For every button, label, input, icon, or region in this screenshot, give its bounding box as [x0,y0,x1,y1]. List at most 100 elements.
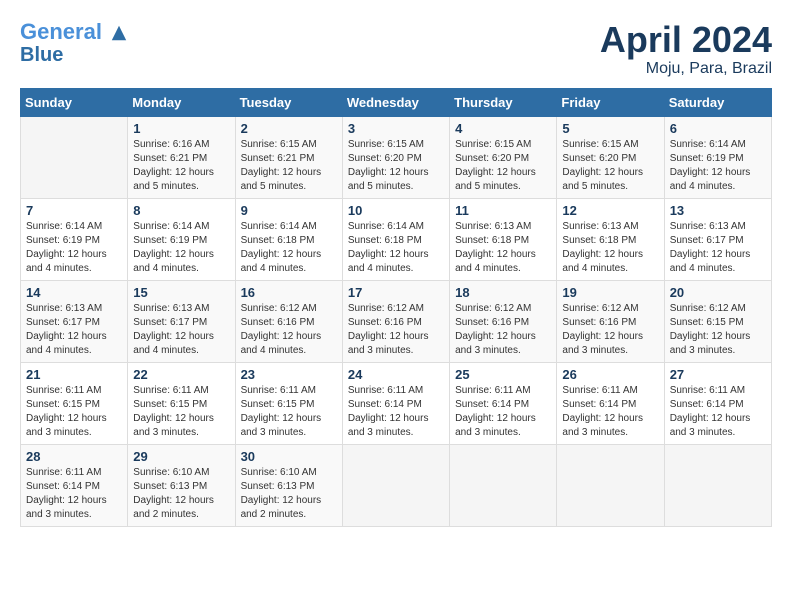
day-info: Sunrise: 6:14 AM Sunset: 6:18 PM Dayligh… [241,220,337,276]
day-info: Sunrise: 6:13 AM Sunset: 6:18 PM Dayligh… [455,220,551,276]
calendar-cell: 4 Sunrise: 6:15 AM Sunset: 6:20 PM Daylig… [450,116,557,198]
calendar-cell: 23 Sunrise: 6:11 AM Sunset: 6:15 PM Dayli… [235,362,342,444]
day-number: 22 [133,367,229,382]
day-info: Sunrise: 6:13 AM Sunset: 6:18 PM Dayligh… [562,220,658,276]
logo-text: General [20,20,128,44]
day-number: 2 [241,121,337,136]
day-number: 5 [562,121,658,136]
title-block: April 2024 Moju, Para, Brazil [600,20,772,78]
day-number: 27 [670,367,766,382]
calendar-cell: 17 Sunrise: 6:12 AM Sunset: 6:16 PM Dayli… [342,280,449,362]
calendar-cell: 9 Sunrise: 6:14 AM Sunset: 6:18 PM Daylig… [235,198,342,280]
logo-blue: Blue [20,44,128,66]
day-number: 11 [455,203,551,218]
day-number: 20 [670,285,766,300]
calendar-title: April 2024 [600,20,772,60]
day-number: 9 [241,203,337,218]
calendar-week-row: 14 Sunrise: 6:13 AM Sunset: 6:17 PM Dayli… [21,280,772,362]
calendar-header-row: SundayMondayTuesdayWednesdayThursdayFrid… [21,88,772,116]
day-number: 15 [133,285,229,300]
day-info: Sunrise: 6:12 AM Sunset: 6:16 PM Dayligh… [562,302,658,358]
column-header-monday: Monday [128,88,235,116]
page-header: General Blue April 2024 Moju, Para, Braz… [20,20,772,78]
day-info: Sunrise: 6:11 AM Sunset: 6:15 PM Dayligh… [26,384,122,440]
day-number: 14 [26,285,122,300]
day-info: Sunrise: 6:12 AM Sunset: 6:16 PM Dayligh… [241,302,337,358]
column-header-friday: Friday [557,88,664,116]
calendar-cell: 20Sunrise: 6:12 AM Sunset: 6:15 PM Dayli… [664,280,771,362]
calendar-cell: 15 Sunrise: 6:13 AM Sunset: 6:17 PM Dayli… [128,280,235,362]
day-info: Sunrise: 6:14 AM Sunset: 6:18 PM Dayligh… [348,220,444,276]
day-number: 7 [26,203,122,218]
day-number: 23 [241,367,337,382]
column-header-sunday: Sunday [21,88,128,116]
calendar-cell: 30 Sunrise: 6:10 AM Sunset: 6:13 PM Dayli… [235,444,342,526]
day-number: 19 [562,285,658,300]
day-number: 28 [26,449,122,464]
calendar-cell: 6Sunrise: 6:14 AM Sunset: 6:19 PM Daylig… [664,116,771,198]
day-info: Sunrise: 6:15 AM Sunset: 6:21 PM Dayligh… [241,138,337,194]
day-info: Sunrise: 6:11 AM Sunset: 6:14 PM Dayligh… [348,384,444,440]
calendar-table: SundayMondayTuesdayWednesdayThursdayFrid… [20,88,772,527]
calendar-cell: 24Sunrise: 6:11 AM Sunset: 6:14 PM Dayli… [342,362,449,444]
day-number: 17 [348,285,444,300]
calendar-cell: 3 Sunrise: 6:15 AM Sunset: 6:20 PM Daylig… [342,116,449,198]
day-number: 21 [26,367,122,382]
day-info: Sunrise: 6:14 AM Sunset: 6:19 PM Dayligh… [670,138,766,194]
calendar-cell: 5 Sunrise: 6:15 AM Sunset: 6:20 PM Daylig… [557,116,664,198]
calendar-week-row: 28 Sunrise: 6:11 AM Sunset: 6:14 PM Dayli… [21,444,772,526]
calendar-cell: 13 Sunrise: 6:13 AM Sunset: 6:17 PM Dayli… [664,198,771,280]
day-info: Sunrise: 6:11 AM Sunset: 6:15 PM Dayligh… [133,384,229,440]
day-info: Sunrise: 6:13 AM Sunset: 6:17 PM Dayligh… [133,302,229,358]
day-info: Sunrise: 6:13 AM Sunset: 6:17 PM Dayligh… [26,302,122,358]
day-info: Sunrise: 6:10 AM Sunset: 6:13 PM Dayligh… [133,466,229,522]
calendar-cell: 28 Sunrise: 6:11 AM Sunset: 6:14 PM Dayli… [21,444,128,526]
calendar-week-row: 1Sunrise: 6:16 AM Sunset: 6:21 PM Daylig… [21,116,772,198]
calendar-cell [21,116,128,198]
calendar-cell: 21 Sunrise: 6:11 AM Sunset: 6:15 PM Dayli… [21,362,128,444]
day-info: Sunrise: 6:11 AM Sunset: 6:15 PM Dayligh… [241,384,337,440]
calendar-cell: 19 Sunrise: 6:12 AM Sunset: 6:16 PM Dayli… [557,280,664,362]
day-info: Sunrise: 6:10 AM Sunset: 6:13 PM Dayligh… [241,466,337,522]
day-info: Sunrise: 6:13 AM Sunset: 6:17 PM Dayligh… [670,220,766,276]
day-info: Sunrise: 6:15 AM Sunset: 6:20 PM Dayligh… [455,138,551,194]
day-info: Sunrise: 6:12 AM Sunset: 6:16 PM Dayligh… [348,302,444,358]
day-info: Sunrise: 6:15 AM Sunset: 6:20 PM Dayligh… [348,138,444,194]
day-number: 30 [241,449,337,464]
calendar-subtitle: Moju, Para, Brazil [600,60,772,78]
calendar-cell: 22 Sunrise: 6:11 AM Sunset: 6:15 PM Dayli… [128,362,235,444]
calendar-cell: 7 Sunrise: 6:14 AM Sunset: 6:19 PM Daylig… [21,198,128,280]
calendar-cell [450,444,557,526]
calendar-cell: 10 Sunrise: 6:14 AM Sunset: 6:18 PM Dayli… [342,198,449,280]
calendar-cell: 27 Sunrise: 6:11 AM Sunset: 6:14 PM Dayli… [664,362,771,444]
column-header-tuesday: Tuesday [235,88,342,116]
day-info: Sunrise: 6:15 AM Sunset: 6:20 PM Dayligh… [562,138,658,194]
day-info: Sunrise: 6:11 AM Sunset: 6:14 PM Dayligh… [670,384,766,440]
calendar-cell: 8Sunrise: 6:14 AM Sunset: 6:19 PM Daylig… [128,198,235,280]
day-info: Sunrise: 6:11 AM Sunset: 6:14 PM Dayligh… [562,384,658,440]
calendar-cell [557,444,664,526]
column-header-wednesday: Wednesday [342,88,449,116]
calendar-cell: 16 Sunrise: 6:12 AM Sunset: 6:16 PM Dayli… [235,280,342,362]
day-info: Sunrise: 6:14 AM Sunset: 6:19 PM Dayligh… [133,220,229,276]
calendar-cell: 12 Sunrise: 6:13 AM Sunset: 6:18 PM Dayli… [557,198,664,280]
column-header-saturday: Saturday [664,88,771,116]
day-number: 16 [241,285,337,300]
calendar-week-row: 21 Sunrise: 6:11 AM Sunset: 6:15 PM Dayli… [21,362,772,444]
day-number: 3 [348,121,444,136]
day-info: Sunrise: 6:14 AM Sunset: 6:19 PM Dayligh… [26,220,122,276]
logo: General Blue [20,20,128,66]
day-number: 29 [133,449,229,464]
day-number: 18 [455,285,551,300]
calendar-cell: 1Sunrise: 6:16 AM Sunset: 6:21 PM Daylig… [128,116,235,198]
day-number: 4 [455,121,551,136]
day-number: 12 [562,203,658,218]
day-info: Sunrise: 6:12 AM Sunset: 6:16 PM Dayligh… [455,302,551,358]
day-info: Sunrise: 6:11 AM Sunset: 6:14 PM Dayligh… [455,384,551,440]
day-info: Sunrise: 6:11 AM Sunset: 6:14 PM Dayligh… [26,466,122,522]
day-number: 13 [670,203,766,218]
calendar-cell [664,444,771,526]
day-info: Sunrise: 6:16 AM Sunset: 6:21 PM Dayligh… [133,138,229,194]
calendar-cell: 18 Sunrise: 6:12 AM Sunset: 6:16 PM Dayli… [450,280,557,362]
day-number: 10 [348,203,444,218]
